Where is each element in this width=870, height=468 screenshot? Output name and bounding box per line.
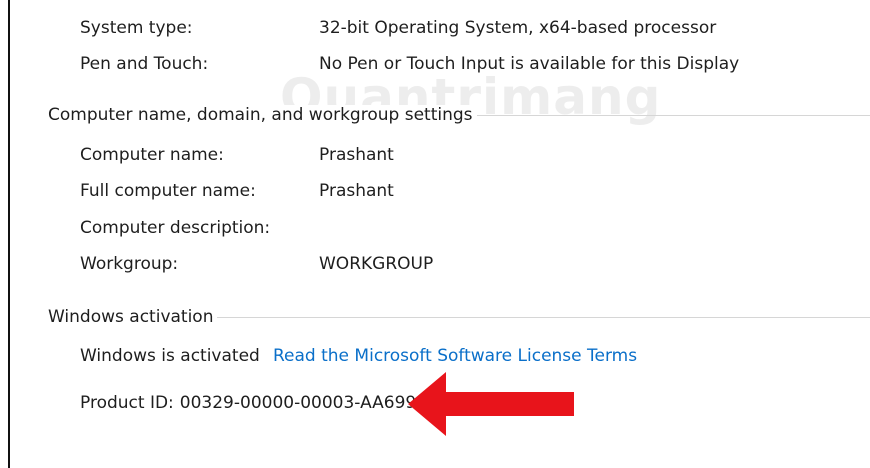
workgroup-value: WORKGROUP <box>319 254 434 274</box>
computer-description-label: Computer description: <box>80 218 271 238</box>
window-border <box>8 0 10 468</box>
computer-name-label: Computer name: <box>80 145 224 165</box>
product-id-row: Product ID: 00329-00000-00003-AA699 <box>80 393 416 413</box>
pen-touch-value: No Pen or Touch Input is available for t… <box>319 54 740 74</box>
product-id-value: 00329-00000-00003-AA699 <box>179 393 417 413</box>
product-id-label: Product ID: <box>80 393 174 413</box>
activation-status: Windows is activated <box>80 346 260 366</box>
full-computer-name-label: Full computer name: <box>80 181 256 201</box>
system-properties-panel: Quantrimang System type: 32-bit Operatin… <box>0 0 870 468</box>
computer-settings-heading: Computer name, domain, and workgroup set… <box>48 105 477 125</box>
system-type-value: 32-bit Operating System, x64-based proce… <box>319 18 717 38</box>
red-arrow-icon <box>408 372 574 436</box>
computer-name-value: Prashant <box>319 145 394 165</box>
full-computer-name-value: Prashant <box>319 181 394 201</box>
windows-activation-heading: Windows activation <box>48 307 218 327</box>
system-type-label: System type: <box>80 18 193 38</box>
license-terms-link[interactable]: Read the Microsoft Software License Term… <box>273 346 637 366</box>
pen-touch-label: Pen and Touch: <box>80 54 209 74</box>
workgroup-label: Workgroup: <box>80 254 179 274</box>
